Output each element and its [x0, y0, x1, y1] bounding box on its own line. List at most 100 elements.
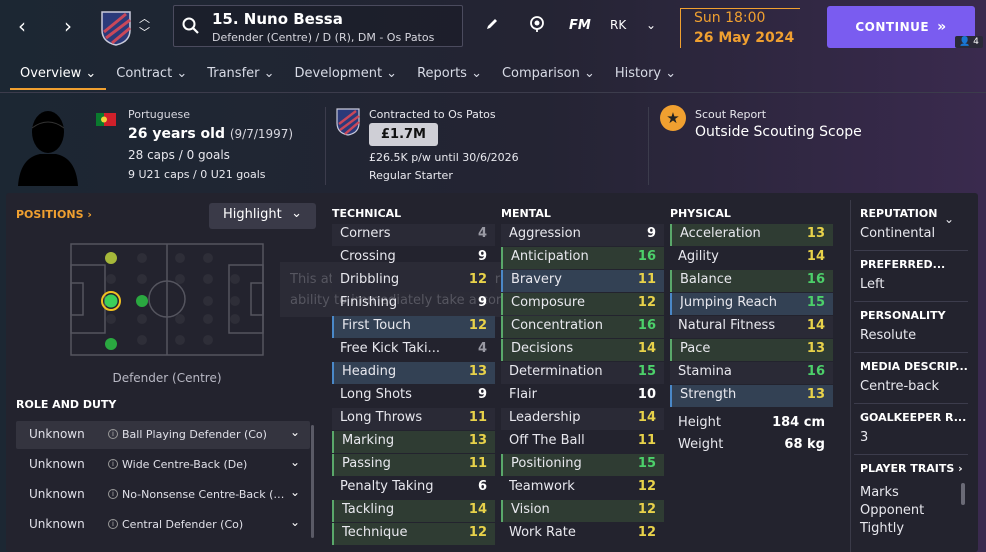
chevron-down-icon[interactable]: ⌄	[290, 425, 300, 439]
attribute-row-technical[interactable]: Long Throws 11	[332, 408, 495, 430]
attribute-name: Penalty Taking	[340, 479, 434, 494]
preferred-foot-heading: PREFERRED...	[860, 258, 946, 271]
attribute-row-physical[interactable]: Acceleration 13	[670, 224, 833, 246]
attribute-row-physical[interactable]: Agility 14	[670, 247, 833, 269]
attribute-name: Bravery	[511, 272, 562, 287]
attribute-row-physical[interactable]: Jumping Reach 15	[670, 293, 833, 315]
game-date[interactable]: 26 May 2024	[694, 30, 794, 46]
tab-transfer[interactable]: Transfer ⌄	[197, 64, 284, 90]
positions-link[interactable]: POSITIONS ›	[16, 208, 92, 221]
attribute-name: Strength	[680, 387, 737, 402]
age-value: 26 years old	[128, 126, 225, 142]
height-label: Height	[678, 415, 721, 430]
attribute-row-mental[interactable]: Leadership 14	[501, 408, 664, 430]
attribute-row-technical[interactable]: Free Kick Taki... 4	[332, 339, 495, 361]
info-icon[interactable]: i	[108, 519, 118, 529]
rk-button[interactable]: RK	[610, 18, 626, 32]
chevron-down-icon[interactable]: ⌄	[944, 212, 954, 226]
tab-reports[interactable]: Reports ⌄	[407, 64, 492, 90]
chevron-down-icon[interactable]: ⌄	[290, 515, 300, 529]
tab-overview[interactable]: Overview ⌄	[10, 64, 107, 90]
edit-pencil-icon[interactable]	[485, 17, 499, 35]
tab-label: Overview	[20, 66, 82, 81]
attribute-row-technical[interactable]: Heading 13	[332, 362, 495, 384]
back-arrow-icon[interactable]: ‹	[18, 14, 26, 38]
attribute-row-technical[interactable]: Corners 4	[332, 224, 495, 246]
attribute-row-physical[interactable]: Strength 13	[670, 385, 833, 407]
position-pitch[interactable]	[70, 243, 264, 356]
side-separator	[854, 352, 968, 353]
attribute-row-mental[interactable]: Aggression 9	[501, 224, 664, 246]
chevron-down-icon[interactable]: ⌄	[290, 485, 300, 499]
attribute-row-mental[interactable]: Off The Ball 11	[501, 431, 664, 453]
attribute-row-mental[interactable]: Teamwork 12	[501, 477, 664, 499]
fm-button[interactable]: FM	[569, 18, 591, 33]
info-icon[interactable]: i	[108, 429, 118, 439]
date-of-birth: (9/7/1997)	[229, 127, 294, 141]
attribute-value: 4	[477, 341, 487, 356]
attribute-row-mental[interactable]: Bravery 11	[501, 270, 664, 292]
player-traits-link[interactable]: PLAYER TRAITS ›	[860, 462, 963, 475]
player-search-box[interactable]: 15. Nuno Bessa Defender (Centre) / D (R)…	[173, 5, 463, 47]
attribute-row-technical[interactable]: Long Shots 9	[332, 385, 495, 407]
tab-comparison[interactable]: Comparison ⌄	[492, 64, 605, 90]
tab-contract[interactable]: Contract ⌄	[106, 64, 197, 90]
squad-status: Regular Starter	[369, 169, 453, 182]
attribute-name: Vision	[511, 502, 550, 517]
attribute-row-physical[interactable]: Balance 16	[670, 270, 833, 292]
role-duty-row[interactable]: Unknown i No-Nonsense Centre-Back (… ⌄	[16, 481, 310, 509]
reputation-value: Continental	[860, 226, 936, 241]
role-duty-row[interactable]: Unknown i Wide Centre-Back (De) ⌄	[16, 451, 310, 479]
attribute-row-physical[interactable]: Pace 13	[670, 339, 833, 361]
attribute-row-technical[interactable]: Marking 13	[332, 431, 495, 453]
tab-development[interactable]: Development ⌄	[285, 64, 408, 90]
roles-scrollbar[interactable]	[311, 425, 314, 538]
attribute-row-mental[interactable]: Composure 12	[501, 293, 664, 315]
attribute-row-technical[interactable]: Tackling 14	[332, 500, 495, 522]
chevron-down-icon[interactable]: ⌄	[290, 455, 300, 469]
attribute-row-mental[interactable]: Determination 15	[501, 362, 664, 384]
attribute-row-technical[interactable]: First Touch 12	[332, 316, 495, 338]
attribute-name: Balance	[680, 272, 732, 287]
attribute-row-physical[interactable]: Stamina 16	[670, 362, 833, 384]
attribute-name: Leadership	[509, 410, 581, 425]
club-crest-icon[interactable]	[336, 108, 360, 136]
attribute-name: Aggression	[509, 226, 581, 241]
transfer-value-badge[interactable]: £1.7M	[369, 123, 438, 146]
preferred-foot-value: Left	[860, 277, 885, 292]
attribute-row-technical[interactable]: Dribbling 12	[332, 270, 495, 292]
attribute-row-mental[interactable]: Decisions 14	[501, 339, 664, 361]
continue-button[interactable]: CONTINUE »	[827, 6, 975, 48]
scout-report-value[interactable]: Outside Scouting Scope	[695, 124, 862, 140]
role-duty-row[interactable]: Unknown i Ball Playing Defender (Co) ⌄	[16, 421, 310, 449]
info-icon[interactable]: i	[108, 459, 118, 469]
attribute-row-mental[interactable]: Concentration 16	[501, 316, 664, 338]
tab-history[interactable]: History ⌄	[605, 64, 686, 90]
attribute-row-technical[interactable]: Passing 11	[332, 454, 495, 476]
chevron-down-icon[interactable]: ⌄	[646, 18, 656, 32]
attribute-row-mental[interactable]: Positioning 15	[501, 454, 664, 476]
attribute-row-mental[interactable]: Flair 10	[501, 385, 664, 407]
attribute-row-technical[interactable]: Crossing 9	[332, 247, 495, 269]
attribute-row-technical[interactable]: Technique 12	[332, 523, 495, 545]
attribute-value: 12	[468, 272, 487, 287]
attribute-name: Tackling	[342, 502, 395, 517]
traits-scrollbar[interactable]	[961, 483, 965, 505]
attribute-name: Determination	[509, 364, 603, 379]
forward-arrow-icon[interactable]: ›	[64, 14, 72, 38]
attribute-row-mental[interactable]: Anticipation 16	[501, 247, 664, 269]
info-icon[interactable]: i	[108, 489, 118, 499]
player-cycle-chevrons-icon[interactable]: ︿ ﹀	[139, 12, 150, 40]
highlight-dropdown[interactable]: Highlight ⌄	[209, 203, 316, 229]
attribute-row-mental[interactable]: Vision 12	[501, 500, 664, 522]
globe-ball-icon[interactable]	[528, 15, 546, 37]
attribute-name: Jumping Reach	[680, 295, 778, 310]
role-duty-row[interactable]: Unknown i Central Defender (Co) ⌄	[16, 511, 310, 539]
contracted-club[interactable]: Contracted to Os Patos	[369, 108, 496, 121]
attribute-value: 12	[637, 295, 656, 310]
attribute-row-physical[interactable]: Natural Fitness 14	[670, 316, 833, 338]
attribute-row-mental[interactable]: Work Rate 12	[501, 523, 664, 545]
attribute-row-technical[interactable]: Finishing 9	[332, 293, 495, 315]
attribute-row-technical[interactable]: Penalty Taking 6	[332, 477, 495, 499]
club-crest-icon[interactable]	[100, 10, 132, 46]
